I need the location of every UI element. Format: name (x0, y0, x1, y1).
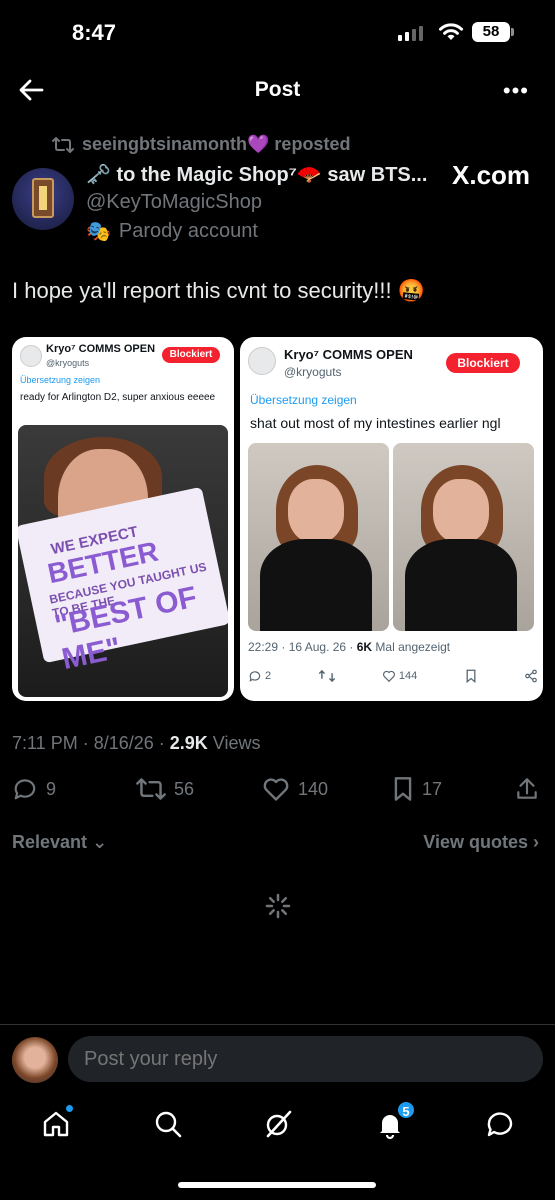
views-count: 2.9K (169, 733, 208, 753)
reply-icon (249, 671, 261, 682)
share-icon (525, 669, 537, 683)
tab-search[interactable] (152, 1108, 184, 1140)
repost-icon (52, 136, 74, 153)
translate-link: Übersetzung zeigen (250, 393, 357, 407)
status-bar: 8:47 58 (0, 0, 555, 64)
search-icon (155, 1111, 182, 1138)
translate-link: Übersetzung zeigen (20, 375, 101, 385)
user-avatar[interactable] (12, 1037, 58, 1083)
page-title: Post (254, 78, 301, 101)
repost-count: 56 (174, 778, 195, 799)
sort-label: Relevant (12, 832, 88, 852)
embedded-photo-left (248, 443, 389, 631)
author-avatar[interactable] (12, 168, 74, 230)
tab-grok[interactable] (262, 1108, 294, 1140)
tweet-image-1[interactable]: Kryo⁷ COMMS OPEN @kryoguts Blockiert Übe… (12, 337, 234, 701)
embedded-avatar (248, 347, 276, 375)
chat-bubble-icon (487, 1112, 513, 1137)
sort-dropdown[interactable]: Relevant ⌄ (12, 832, 107, 853)
reply-icon (14, 779, 36, 800)
embedded-text: ready for Arlington D2, super anxious ee… (20, 392, 216, 403)
bookmark-icon (466, 669, 476, 683)
tab-home[interactable] (40, 1104, 74, 1140)
composer-divider (0, 1024, 555, 1025)
embedded-meta-time: 22:29 · 16 Aug. 26 · (248, 640, 357, 654)
embedded-name: Kryo⁷ COMMS OPEN (46, 343, 156, 355)
embedded-reply: 2 (248, 669, 271, 683)
action-bar: 9 56 140 17 (12, 776, 542, 804)
blocked-badge: Blockiert (162, 347, 220, 363)
parody-label-text: Parody account (118, 220, 258, 242)
cellular-signal-icon (398, 26, 423, 41)
reply-input[interactable] (68, 1036, 543, 1082)
repost-button[interactable]: 56 (136, 776, 194, 802)
bookmark-icon (394, 777, 412, 801)
embedded-like-count: 144 (398, 670, 418, 682)
tweet-image-2[interactable]: Kryo⁷ COMMS OPEN @kryoguts Blockiert Übe… (240, 337, 543, 701)
fan-sign: WE EXPECT BETTER BECAUSE YOU TAUGHT US T… (18, 486, 228, 676)
source-label: X.com (452, 160, 531, 190)
repost-indicator[interactable]: seeingbtsinamonth💜 reposted (52, 134, 350, 155)
share-button[interactable] (514, 776, 540, 802)
embedded-text: shat out most of my intestines earlier n… (250, 415, 501, 431)
top-nav: Post ••• (0, 70, 555, 110)
share-icon (517, 778, 537, 799)
home-indicator (178, 1182, 376, 1188)
parody-label: 🎭 Parody account (86, 219, 258, 244)
tab-notifications[interactable]: 5 (374, 1100, 416, 1140)
loading-spinner-icon (265, 893, 291, 919)
like-button[interactable]: 140 (262, 776, 328, 802)
tweet-text: I hope ya'll report this cvnt to securit… (12, 278, 426, 303)
embedded-meta: 22:29 · 16 Aug. 26 · 6K Mal angezeigt (248, 640, 450, 654)
chevron-down-icon: ⌄ (92, 832, 108, 852)
embedded-like: 144 (382, 669, 417, 683)
embedded-photo: WE EXPECT BETTER BECAUSE YOU TAUGHT US T… (18, 425, 228, 697)
battery-indicator: 58 (472, 22, 514, 42)
embedded-handle: @kryoguts (46, 358, 90, 368)
author-name[interactable]: 🗝️ to the Magic Shop⁷🪭 saw BTS... (86, 162, 427, 187)
more-options-icon[interactable]: ••• (503, 78, 529, 104)
embedded-share (524, 669, 538, 683)
reply-button[interactable]: 9 (12, 776, 56, 802)
wifi-icon (439, 23, 463, 40)
heart-icon (263, 778, 289, 801)
view-quotes-link[interactable]: View quotes › (423, 832, 539, 853)
like-count: 140 (298, 778, 329, 799)
heart-icon (382, 670, 395, 683)
status-time: 8:47 (72, 20, 117, 45)
embedded-handle: @kryoguts (284, 365, 342, 379)
bookmark-count: 17 (422, 778, 443, 799)
embedded-meta-views: 6K (356, 640, 373, 654)
repost-icon (136, 778, 166, 800)
bookmark-button[interactable]: 17 (392, 776, 442, 802)
view-quotes-label: View quotes (423, 832, 528, 852)
embedded-photo-right (393, 443, 534, 631)
grok-icon (266, 1110, 292, 1138)
blocked-badge: Blockiert (446, 353, 520, 373)
theater-masks-icon: 🎭 (86, 221, 111, 243)
chevron-right-icon: › (533, 832, 539, 852)
author-handle[interactable]: @KeyToMagicShop (86, 191, 262, 214)
embedded-avatar (20, 345, 42, 367)
home-badge-dot (65, 1104, 74, 1113)
post-timestamp: 7:11 PM · 8/16/26 · (12, 733, 170, 753)
repost-text: seeingbtsinamonth💜 reposted (82, 134, 351, 154)
embedded-bookmark (465, 669, 477, 683)
tab-messages[interactable] (484, 1108, 516, 1140)
embedded-name: Kryo⁷ COMMS OPEN (284, 347, 413, 362)
reply-count: 9 (46, 778, 57, 799)
views-label: Views (207, 733, 261, 753)
post-meta: 7:11 PM · 8/16/26 · 2.9K Views (12, 733, 260, 754)
embedded-meta-suffix: Mal angezeigt (372, 640, 451, 654)
notifications-badge: 5 (396, 1100, 416, 1120)
bottom-tab-bar: 5 (0, 1100, 555, 1152)
embedded-repost (318, 669, 335, 683)
embedded-reply-count: 2 (265, 670, 272, 682)
embedded-actions: 2 144 (248, 669, 538, 683)
repost-icon (318, 669, 335, 683)
